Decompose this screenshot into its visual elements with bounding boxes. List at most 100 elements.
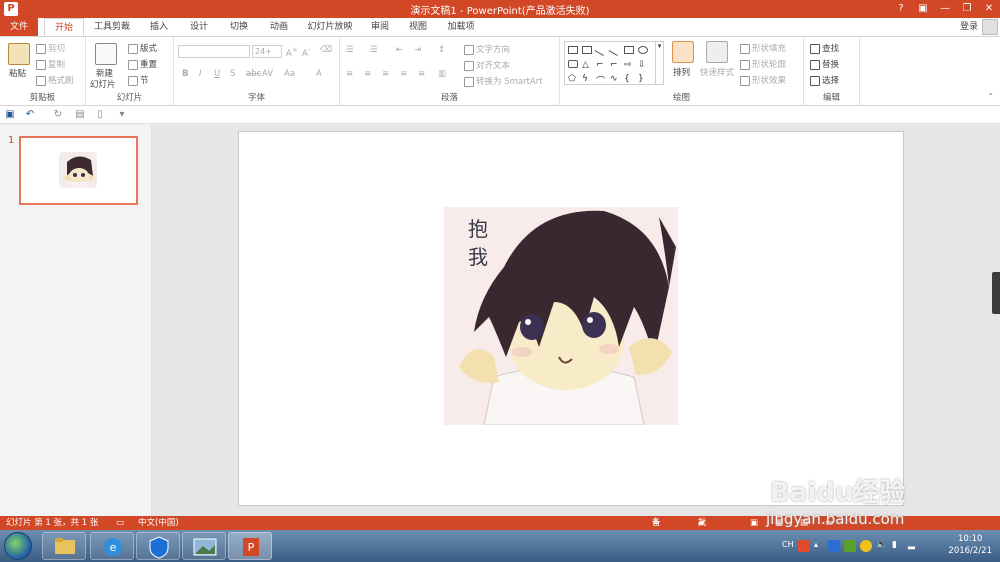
shape-arrow-icon[interactable] xyxy=(608,44,622,56)
new-slide-button[interactable] xyxy=(95,43,119,65)
decrease-indent-icon[interactable]: ⇤ xyxy=(396,45,403,55)
help-button[interactable]: ? xyxy=(890,0,912,18)
signal-icon[interactable]: ▂ xyxy=(908,540,920,552)
sogou-input-icon[interactable] xyxy=(798,540,810,552)
section-button[interactable]: 节 xyxy=(128,74,149,86)
new-document-icon[interactable]: ▯ xyxy=(94,109,106,121)
arrange-button[interactable] xyxy=(672,41,696,63)
shape-oval-icon[interactable] xyxy=(638,46,648,54)
tab-file[interactable]: 文件 xyxy=(0,18,38,36)
shape-brace-left-icon[interactable]: { xyxy=(624,74,634,84)
shapes-more-icon[interactable]: ▾ xyxy=(655,42,663,84)
shrink-font-button[interactable]: A- xyxy=(302,45,310,59)
input-method-indicator[interactable]: CH xyxy=(782,540,794,549)
shape-curve-icon[interactable]: ⌐ xyxy=(610,60,620,70)
tray-qq-icon[interactable] xyxy=(860,540,872,552)
shape-outline-button[interactable]: 形状轮廓 xyxy=(740,58,786,70)
start-slideshow-icon[interactable]: ▤ xyxy=(74,109,86,121)
slideshow-view-icon[interactable]: ▭ xyxy=(825,516,833,530)
shape-effects-button[interactable]: 形状效果 xyxy=(740,74,786,86)
columns-icon[interactable]: ▥ xyxy=(438,69,446,79)
shape-fill-button[interactable]: 形状填充 xyxy=(740,42,786,54)
clock[interactable]: 10:10 2016/2/21 xyxy=(948,533,992,557)
replace-button[interactable]: 替换 xyxy=(810,58,839,70)
shape-triangle-icon[interactable]: △ xyxy=(582,60,592,70)
save-icon[interactable]: ▣ xyxy=(4,109,16,121)
taskbar-explorer[interactable] xyxy=(42,532,86,560)
strikethrough-icon[interactable]: a̶b̶c̶ xyxy=(246,69,261,79)
taskbar-powerpoint[interactable]: P xyxy=(228,532,272,560)
shape-line-icon[interactable] xyxy=(594,44,608,56)
slide-picture[interactable]: 抱 我 xyxy=(444,207,678,425)
language-status[interactable]: 中文(中国) xyxy=(138,516,179,530)
cut-button[interactable]: 剪切 xyxy=(36,42,65,54)
redo-icon[interactable]: ↻ xyxy=(52,109,64,121)
login-link[interactable]: 登录 xyxy=(960,18,978,36)
collapse-ribbon-icon[interactable]: ⌃ xyxy=(987,92,994,101)
clear-format-icon[interactable]: ⌫ xyxy=(320,45,332,55)
grow-font-button[interactable]: A+ xyxy=(286,45,298,59)
ribbon-display-button[interactable]: ▣ xyxy=(912,0,934,18)
tab-insert[interactable]: 插入 xyxy=(142,18,176,36)
line-spacing-icon[interactable]: ↕ xyxy=(438,45,445,55)
format-painter-button[interactable]: 格式刷 xyxy=(36,74,74,86)
tab-home[interactable]: 开始 xyxy=(44,18,84,36)
shape-down-arrow-icon[interactable]: ⇩ xyxy=(638,60,648,70)
font-name-combo[interactable] xyxy=(178,45,250,58)
convert-smartart-button[interactable]: 转换为 SmartArt xyxy=(464,75,543,87)
change-case-button[interactable]: Aa xyxy=(284,69,295,79)
customize-qat-icon[interactable]: ▾ xyxy=(116,109,128,121)
normal-view-icon[interactable]: ▣ xyxy=(750,516,758,530)
volume-icon[interactable]: 🔈 xyxy=(876,540,888,552)
tab-transitions[interactable]: 切换 xyxy=(222,18,256,36)
spellcheck-icon[interactable]: ▭ xyxy=(116,516,124,530)
minimize-button[interactable]: — xyxy=(934,0,956,18)
shape-brace-right-icon[interactable]: } xyxy=(638,74,648,84)
font-color-icon[interactable]: A xyxy=(316,69,322,79)
layout-button[interactable]: 版式 xyxy=(128,42,157,54)
font-size-combo[interactable]: 24+ xyxy=(252,45,282,58)
shape-elbow-icon[interactable]: ⌐ xyxy=(596,60,606,70)
reading-view-icon[interactable]: ▤ xyxy=(800,516,808,530)
tab-view[interactable]: 视图 xyxy=(402,18,434,36)
shadow-button[interactable]: S xyxy=(230,69,235,79)
undo-icon[interactable]: ↶ xyxy=(24,109,36,121)
reset-button[interactable]: 重置 xyxy=(128,58,157,70)
align-text-button[interactable]: 对齐文本 xyxy=(464,59,510,71)
bullets-icon[interactable]: ☰ xyxy=(346,45,354,55)
shape-arc-icon[interactable]: ⌒ xyxy=(596,74,606,87)
side-scroll-handle[interactable] xyxy=(992,272,1000,314)
shape-lightning-icon[interactable]: ϟ xyxy=(582,74,592,84)
paste-button[interactable] xyxy=(8,43,32,65)
taskbar-security[interactable] xyxy=(136,532,180,560)
italic-button[interactable]: I xyxy=(199,69,202,79)
text-direction-button[interactable]: 文字方向 xyxy=(464,43,510,55)
shape-rounded-rect-icon[interactable] xyxy=(568,60,578,68)
tray-security-icon[interactable] xyxy=(828,540,840,552)
char-spacing-icon[interactable]: AV xyxy=(262,69,273,79)
distribute-icon[interactable]: ≡ xyxy=(418,69,425,79)
tab-design[interactable]: 设计 xyxy=(182,18,216,36)
bold-button[interactable]: B xyxy=(182,69,188,79)
shape-vtextbox-icon[interactable] xyxy=(582,46,592,54)
tab-picture-tools[interactable]: 工具剪裁 xyxy=(88,18,136,36)
increase-indent-icon[interactable]: ⇥ xyxy=(414,45,421,55)
slide-sorter-icon[interactable]: ▦ xyxy=(775,516,783,530)
shape-freeform-icon[interactable]: ⬠ xyxy=(568,74,578,84)
slide-thumbnail[interactable] xyxy=(19,136,138,205)
restore-button[interactable]: ❐ xyxy=(956,0,978,18)
tab-slideshow[interactable]: 幻灯片放映 xyxy=(300,18,360,36)
tab-animations[interactable]: 动画 xyxy=(262,18,296,36)
underline-button[interactable]: U xyxy=(214,69,220,79)
current-slide[interactable]: 抱 我 xyxy=(238,131,904,506)
tray-expand-icon[interactable]: ▴ xyxy=(814,540,826,552)
shapes-gallery[interactable]: △ ⌐ ⌐ ⇨ ⇩ ⬠ ϟ ⌒ ∿ { } ▾ xyxy=(564,41,664,87)
align-center-icon[interactable]: ≡ xyxy=(364,69,371,79)
avatar[interactable] xyxy=(982,19,998,35)
justify-icon[interactable]: ≡ xyxy=(400,69,407,79)
network-icon[interactable]: ▮ xyxy=(892,540,904,552)
taskbar-ie[interactable]: e xyxy=(90,532,134,560)
align-right-icon[interactable]: ≡ xyxy=(382,69,389,79)
quick-styles-button[interactable] xyxy=(706,41,730,63)
align-left-icon[interactable]: ≡ xyxy=(346,69,353,79)
